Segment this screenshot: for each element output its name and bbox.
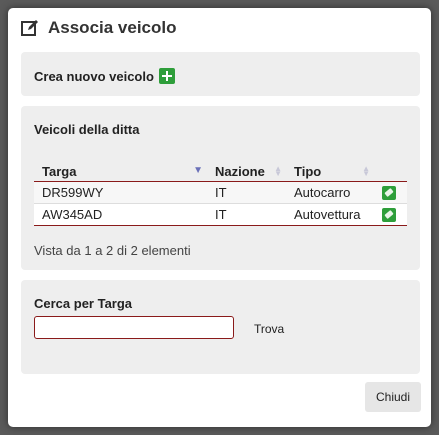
sort-icon: ▲ ▼	[362, 164, 370, 178]
associa-veicolo-dialog: Associa veicolo Crea nuovo veicolo Veico…	[8, 8, 431, 427]
table-row: AW345AD IT Autovettura	[34, 203, 407, 226]
cell-targa: DR599WY	[34, 181, 207, 204]
column-label: Targa	[42, 163, 77, 179]
close-button[interactable]: Chiudi	[365, 382, 421, 412]
associate-icon[interactable]	[382, 207, 396, 222]
crea-nuovo-veicolo: Crea nuovo veicolo	[34, 68, 175, 84]
crea-panel: Crea nuovo veicolo	[21, 52, 420, 96]
cell-nazione: IT	[207, 203, 286, 226]
trova-button[interactable]: Trova	[254, 322, 284, 336]
dialog-header: Associa veicolo	[8, 8, 431, 48]
column-header-targa[interactable]: Targa ▼	[34, 162, 207, 182]
edit-icon	[21, 20, 38, 36]
cell-tipo: Autocarro	[286, 181, 374, 204]
dialog-title: Associa veicolo	[48, 18, 177, 37]
column-label: Nazione	[215, 163, 265, 179]
veicoli-title: Veicoli della ditta	[34, 122, 140, 137]
cell-nazione: IT	[207, 181, 286, 204]
sort-icon: ▲ ▼	[274, 164, 282, 178]
targa-search-input[interactable]	[34, 316, 234, 339]
table-info: Vista da 1 a 2 di 2 elementi	[34, 243, 191, 258]
cell-targa: AW345AD	[34, 203, 207, 226]
cell-actions	[374, 181, 407, 204]
cerca-title: Cerca per Targa	[34, 296, 133, 311]
sort-desc-icon: ▼	[193, 165, 203, 176]
cell-actions	[374, 203, 407, 226]
column-header-nazione[interactable]: Nazione ▲ ▼	[207, 162, 286, 182]
cerca-panel: Cerca per Targa Trova	[21, 280, 420, 374]
vehicles-table: Targa ▼ Nazione ▲ ▼ Tipo ▲ ▼ DR599WY IT …	[34, 162, 407, 226]
crea-label: Crea nuovo veicolo	[34, 68, 154, 84]
cell-tipo: Autovettura	[286, 203, 374, 226]
veicoli-panel: Veicoli della ditta Targa ▼ Nazione ▲ ▼ T…	[21, 106, 420, 270]
associate-icon[interactable]	[382, 185, 396, 200]
column-label: Tipo	[294, 163, 322, 179]
plus-icon[interactable]	[158, 68, 175, 84]
table-row: DR599WY IT Autocarro	[34, 181, 407, 204]
column-header-actions	[374, 162, 407, 182]
column-header-tipo[interactable]: Tipo ▲ ▼	[286, 162, 374, 182]
